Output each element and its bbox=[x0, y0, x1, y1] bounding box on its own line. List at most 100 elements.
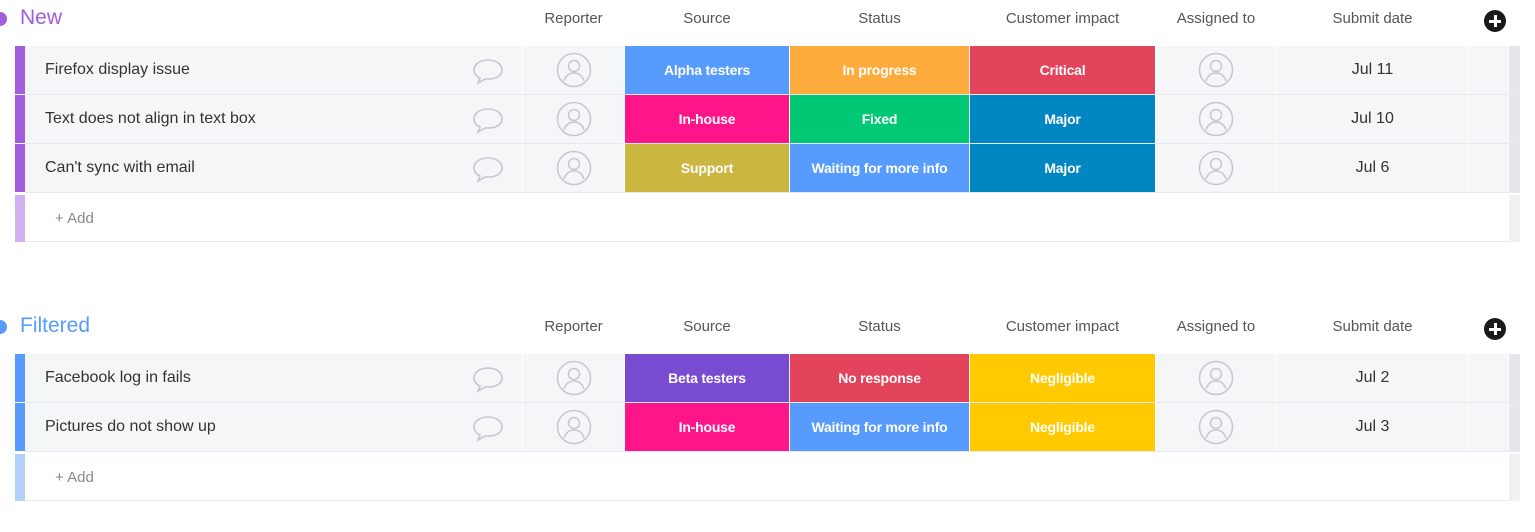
reporter-cell[interactable] bbox=[523, 354, 624, 402]
add-column-icon[interactable] bbox=[1484, 318, 1506, 340]
person-avatar-icon[interactable] bbox=[1198, 101, 1234, 137]
submit-date-cell[interactable]: Jul 2 bbox=[1277, 354, 1468, 402]
add-item-row[interactable]: + Add bbox=[0, 454, 1535, 502]
source-label: Alpha testers bbox=[663, 62, 751, 78]
column-header-customer-impact[interactable]: Customer impact bbox=[970, 318, 1155, 335]
reporter-cell[interactable] bbox=[523, 144, 624, 192]
item-name-cell[interactable]: Can't sync with email bbox=[25, 144, 522, 192]
source-status-cell[interactable]: In-house bbox=[625, 403, 789, 451]
column-header-submit-date[interactable]: Submit date bbox=[1277, 318, 1468, 335]
person-avatar-icon[interactable] bbox=[556, 360, 592, 396]
chat-bubble-icon[interactable] bbox=[471, 106, 505, 134]
chat-bubble-icon[interactable] bbox=[471, 365, 505, 393]
row-end-cell bbox=[1509, 403, 1520, 451]
assigned-to-cell[interactable] bbox=[1156, 354, 1276, 402]
person-avatar-icon[interactable] bbox=[1198, 150, 1234, 186]
group-collapse-toggle[interactable] bbox=[0, 12, 7, 26]
person-avatar-icon[interactable] bbox=[556, 150, 592, 186]
column-header-source[interactable]: Source bbox=[625, 10, 789, 27]
submit-date-cell[interactable]: Jul 10 bbox=[1277, 95, 1468, 143]
person-avatar-icon[interactable] bbox=[556, 101, 592, 137]
customer-impact-cell[interactable]: Negligible bbox=[970, 354, 1155, 402]
reporter-cell[interactable] bbox=[523, 95, 624, 143]
person-avatar-icon[interactable] bbox=[556, 409, 592, 445]
empty-cell bbox=[1469, 95, 1508, 143]
item-name[interactable]: Firefox display issue bbox=[45, 61, 190, 79]
item-name-cell[interactable]: Firefox display issue bbox=[25, 46, 522, 94]
assigned-to-cell[interactable] bbox=[1156, 46, 1276, 94]
status-cell[interactable]: In progress bbox=[790, 46, 969, 94]
empty-cell bbox=[1469, 354, 1508, 402]
customer-impact-label: Negligible bbox=[1030, 419, 1095, 435]
item-name[interactable]: Text does not align in text box bbox=[45, 110, 256, 128]
add-item-row[interactable]: + Add bbox=[0, 195, 1535, 243]
column-header-status[interactable]: Status bbox=[790, 318, 969, 335]
person-avatar-icon[interactable] bbox=[1198, 409, 1234, 445]
status-cell[interactable]: Waiting for more info bbox=[790, 144, 969, 192]
item-name-cell[interactable]: Text does not align in text box bbox=[25, 95, 522, 143]
submit-date-cell[interactable]: Jul 6 bbox=[1277, 144, 1468, 192]
group-collapse-toggle[interactable] bbox=[0, 320, 7, 334]
status-label: No response bbox=[838, 370, 921, 386]
add-column-icon[interactable] bbox=[1484, 10, 1506, 32]
customer-impact-cell[interactable]: Major bbox=[970, 144, 1155, 192]
source-status-cell[interactable]: Alpha testers bbox=[625, 46, 789, 94]
item-name[interactable]: Facebook log in fails bbox=[45, 369, 191, 387]
column-header-reporter[interactable]: Reporter bbox=[523, 10, 624, 27]
person-avatar-icon[interactable] bbox=[1198, 52, 1234, 88]
item-row[interactable]: Text does not align in text box In-house… bbox=[0, 95, 1535, 144]
chat-bubble-icon[interactable] bbox=[471, 414, 505, 442]
customer-impact-cell[interactable]: Critical bbox=[970, 46, 1155, 94]
add-item-input[interactable]: + Add bbox=[25, 454, 1508, 501]
column-header-status[interactable]: Status bbox=[790, 10, 969, 27]
assigned-to-cell[interactable] bbox=[1156, 403, 1276, 451]
group-color-bar bbox=[15, 144, 25, 192]
chat-bubble-icon[interactable] bbox=[471, 155, 505, 183]
item-name-cell[interactable]: Facebook log in fails bbox=[25, 354, 522, 402]
group-header: New Reporter Source Status Customer impa… bbox=[0, 0, 1535, 46]
reporter-cell[interactable] bbox=[523, 403, 624, 451]
status-cell[interactable]: No response bbox=[790, 354, 969, 402]
status-cell[interactable]: Fixed bbox=[790, 95, 969, 143]
source-status-cell[interactable]: In-house bbox=[625, 95, 789, 143]
item-name[interactable]: Can't sync with email bbox=[45, 159, 195, 177]
group-title[interactable]: Filtered bbox=[20, 314, 90, 338]
empty-cell bbox=[1469, 403, 1508, 451]
column-header-reporter[interactable]: Reporter bbox=[523, 318, 624, 335]
group-color-bar bbox=[15, 403, 25, 451]
source-status-cell[interactable]: Support bbox=[625, 144, 789, 192]
reporter-cell[interactable] bbox=[523, 46, 624, 94]
person-avatar-icon[interactable] bbox=[556, 52, 592, 88]
submit-date-cell[interactable]: Jul 3 bbox=[1277, 403, 1468, 451]
person-avatar-icon[interactable] bbox=[1198, 360, 1234, 396]
row-end-cell bbox=[1509, 195, 1520, 242]
submit-date-value: Jul 6 bbox=[1355, 159, 1390, 176]
group-header: Filtered Reporter Source Status Customer… bbox=[0, 308, 1535, 354]
status-label: Waiting for more info bbox=[811, 160, 948, 176]
customer-impact-cell[interactable]: Negligible bbox=[970, 403, 1155, 451]
customer-impact-cell[interactable]: Major bbox=[970, 95, 1155, 143]
assigned-to-cell[interactable] bbox=[1156, 95, 1276, 143]
chat-bubble-icon[interactable] bbox=[471, 57, 505, 85]
item-row[interactable]: Can't sync with email Support Waiting fo… bbox=[0, 144, 1535, 193]
source-status-cell[interactable]: Beta testers bbox=[625, 354, 789, 402]
column-header-source[interactable]: Source bbox=[625, 318, 789, 335]
item-row[interactable]: Facebook log in fails Beta testers No re… bbox=[0, 354, 1535, 403]
row-end-cell bbox=[1509, 95, 1520, 143]
column-header-assigned-to[interactable]: Assigned to bbox=[1156, 10, 1276, 27]
column-header-submit-date[interactable]: Submit date bbox=[1277, 10, 1468, 27]
add-item-input[interactable]: + Add bbox=[25, 195, 1508, 242]
item-row[interactable]: Firefox display issue Alpha testers In p… bbox=[0, 46, 1535, 95]
submit-date-cell[interactable]: Jul 11 bbox=[1277, 46, 1468, 94]
submit-date-value: Jul 2 bbox=[1355, 369, 1390, 386]
item-name-cell[interactable]: Pictures do not show up bbox=[25, 403, 522, 451]
group-title[interactable]: New bbox=[20, 6, 62, 30]
status-label: In progress bbox=[842, 62, 917, 78]
status-cell[interactable]: Waiting for more info bbox=[790, 403, 969, 451]
item-name[interactable]: Pictures do not show up bbox=[45, 418, 216, 436]
empty-cell bbox=[1469, 144, 1508, 192]
column-header-customer-impact[interactable]: Customer impact bbox=[970, 10, 1155, 27]
item-row[interactable]: Pictures do not show up In-house Waiting… bbox=[0, 403, 1535, 452]
column-header-assigned-to[interactable]: Assigned to bbox=[1156, 318, 1276, 335]
assigned-to-cell[interactable] bbox=[1156, 144, 1276, 192]
